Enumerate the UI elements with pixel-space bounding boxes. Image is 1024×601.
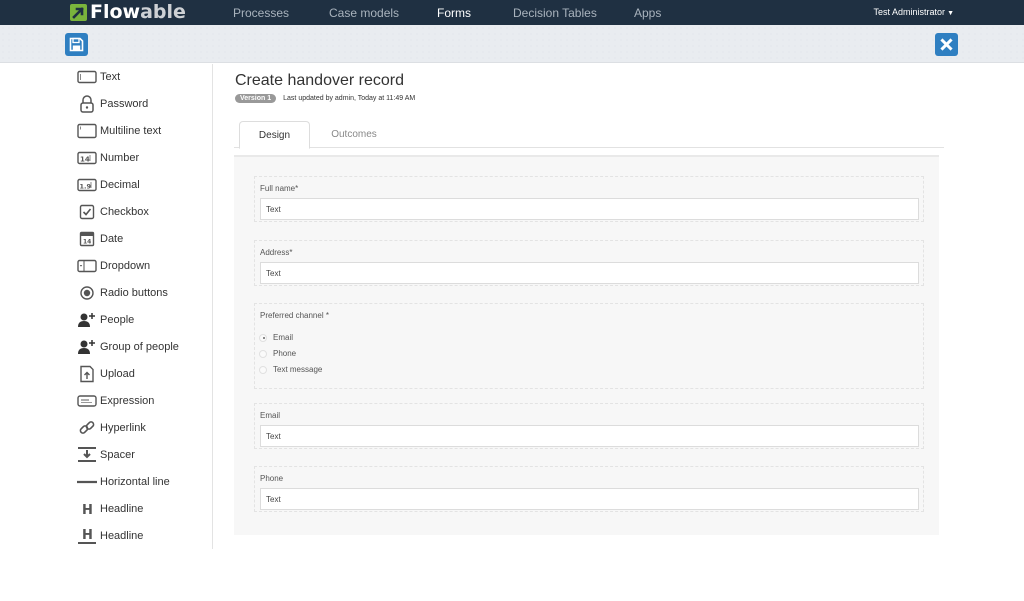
nav-item-decision-tables[interactable]: Decision Tables bbox=[513, 6, 597, 20]
editor-tabs: Design Outcomes bbox=[234, 121, 944, 149]
palette-item-decimal[interactable]: 1.9 Decimal bbox=[76, 174, 140, 196]
floppy-disk-icon bbox=[69, 37, 84, 52]
tab-outcomes[interactable]: Outcomes bbox=[314, 121, 394, 148]
user-name: Test Administrator bbox=[873, 7, 946, 17]
email-input[interactable]: Text bbox=[260, 425, 919, 447]
svg-text:H: H bbox=[82, 503, 93, 517]
field-label: Preferred channel * bbox=[260, 311, 329, 320]
version-badge: Version 1 bbox=[235, 94, 277, 103]
palette-item-number[interactable]: 14 Number bbox=[76, 147, 139, 169]
svg-text:1.9: 1.9 bbox=[80, 183, 92, 191]
top-nav-bar: Flowable Processes Case models Forms Dec… bbox=[0, 0, 1024, 25]
nav-item-apps[interactable]: Apps bbox=[634, 6, 661, 20]
radio-option-text-message[interactable]: Text message bbox=[259, 365, 322, 374]
radio-input[interactable] bbox=[259, 349, 267, 358]
field-label: Email bbox=[260, 411, 281, 420]
palette-item-text[interactable]: Text bbox=[76, 66, 120, 88]
palette-item-date[interactable]: 14 Date bbox=[76, 228, 123, 250]
field-label: Phone bbox=[260, 474, 284, 483]
user-menu[interactable]: Test Administrator ▼ bbox=[874, 7, 954, 17]
radio-option-email[interactable]: Email bbox=[259, 333, 293, 342]
form-field-preferred-channel[interactable]: Preferred channel * Email Phone Text mes… bbox=[254, 303, 924, 389]
spacer-icon bbox=[76, 445, 98, 465]
calendar-icon: 14 bbox=[76, 229, 98, 249]
upload-icon bbox=[76, 364, 98, 384]
svg-text:14: 14 bbox=[83, 239, 91, 246]
field-label: Address* bbox=[260, 248, 293, 257]
close-button[interactable] bbox=[935, 33, 958, 56]
editor-toolbar bbox=[0, 25, 1024, 63]
logo-text: Flowable bbox=[90, 1, 186, 23]
palette-item-spacer[interactable]: Spacer bbox=[76, 444, 135, 466]
form-field-address[interactable]: Address* Text bbox=[254, 240, 924, 286]
flowable-logo[interactable]: Flowable bbox=[70, 3, 186, 22]
svg-text:14: 14 bbox=[80, 156, 90, 164]
form-design-canvas: Full name* Text Address* Text Preferred … bbox=[234, 155, 939, 535]
form-field-email[interactable]: Email Text bbox=[254, 403, 924, 449]
palette-item-headline[interactable]: H Headline bbox=[76, 498, 143, 520]
palette-item-radio-buttons[interactable]: Radio buttons bbox=[76, 282, 168, 304]
lock-icon bbox=[76, 94, 98, 114]
nav-item-forms[interactable]: Forms bbox=[437, 6, 471, 20]
palette-item-horizontal-line[interactable]: Horizontal line bbox=[76, 471, 170, 493]
palette-item-expression[interactable]: Expression bbox=[76, 390, 154, 412]
save-button[interactable] bbox=[65, 33, 88, 56]
multiline-text-icon bbox=[76, 121, 98, 141]
text-field-icon bbox=[76, 67, 98, 87]
person-add-icon bbox=[76, 310, 98, 330]
radio-input[interactable] bbox=[259, 333, 267, 342]
expression-icon bbox=[76, 391, 98, 411]
palette-item-checkbox[interactable]: Checkbox bbox=[76, 201, 149, 223]
nav-item-processes[interactable]: Processes bbox=[233, 6, 289, 20]
headline-underlined-icon: H bbox=[76, 526, 98, 546]
phone-input[interactable]: Text bbox=[260, 488, 919, 510]
palette-item-headline-underlined[interactable]: H Headline bbox=[76, 525, 143, 547]
form-title: Create handover record bbox=[235, 72, 404, 89]
nav-item-case-models[interactable]: Case models bbox=[329, 6, 399, 20]
number-icon: 14 bbox=[76, 148, 98, 168]
field-label: Full name* bbox=[260, 184, 299, 193]
palette-item-group-of-people[interactable]: Group of people bbox=[76, 336, 179, 358]
radio-option-phone[interactable]: Phone bbox=[259, 349, 296, 358]
chevron-down-icon: ▼ bbox=[947, 10, 954, 17]
svg-text:H: H bbox=[82, 528, 93, 543]
radio-input[interactable] bbox=[259, 365, 267, 374]
radio-icon bbox=[76, 283, 98, 303]
group-add-icon bbox=[76, 337, 98, 357]
form-field-full-name[interactable]: Full name* Text bbox=[254, 176, 924, 222]
logo-arrow-icon bbox=[70, 4, 87, 21]
close-icon bbox=[940, 38, 953, 51]
headline-icon: H bbox=[76, 499, 98, 519]
palette-item-hyperlink[interactable]: Hyperlink bbox=[76, 417, 146, 439]
tab-design[interactable]: Design bbox=[239, 121, 310, 149]
form-field-phone[interactable]: Phone Text bbox=[254, 466, 924, 512]
palette-item-multiline-text[interactable]: Multiline text bbox=[76, 120, 161, 142]
palette-item-upload[interactable]: Upload bbox=[76, 363, 135, 385]
palette-item-people[interactable]: People bbox=[76, 309, 134, 331]
horizontal-line-icon bbox=[76, 472, 98, 492]
last-updated-text: Last updated by admin, Today at 11:49 AM bbox=[283, 95, 416, 102]
form-meta: Version 1 Last updated by admin, Today a… bbox=[235, 94, 415, 103]
full-name-input[interactable]: Text bbox=[260, 198, 919, 220]
palette-item-dropdown[interactable]: Dropdown bbox=[76, 255, 150, 277]
link-icon bbox=[76, 418, 98, 438]
decimal-icon: 1.9 bbox=[76, 175, 98, 195]
address-input[interactable]: Text bbox=[260, 262, 919, 284]
dropdown-icon bbox=[76, 256, 98, 276]
palette-item-password[interactable]: Password bbox=[76, 93, 148, 115]
checkbox-icon bbox=[76, 202, 98, 222]
form-element-palette: Text Password Multiline text 14 Number 1… bbox=[0, 64, 213, 549]
